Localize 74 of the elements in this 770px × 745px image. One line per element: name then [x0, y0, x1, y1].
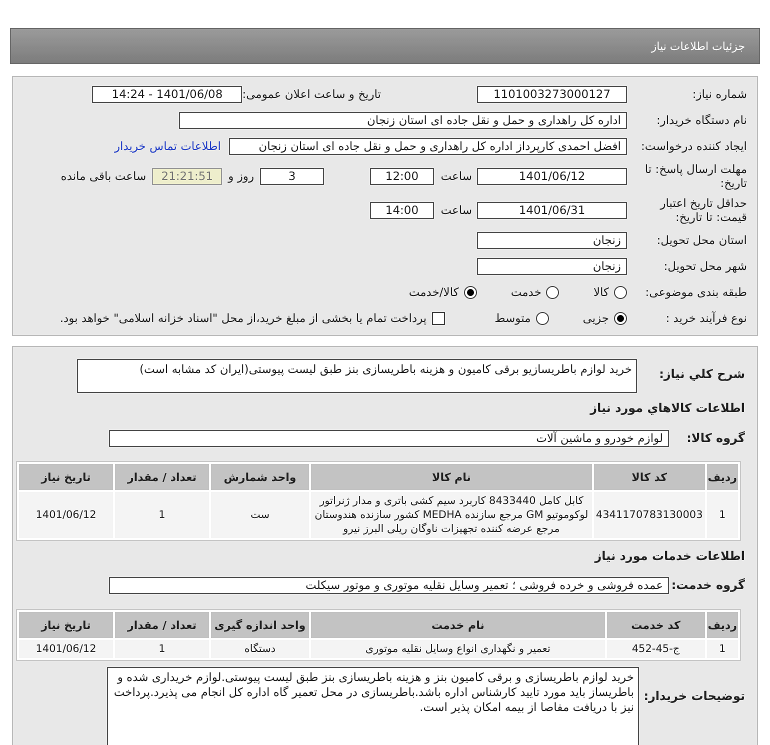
need-number-field: 1101003273000127 [477, 86, 627, 102]
table-cell: ست [211, 492, 309, 538]
table-cell: تعمیر و نگهداری انواع وسایل نقلیه موتوری [311, 640, 605, 658]
field-label: مهلت ارسال پاسخ: تا تاریخ: [644, 162, 748, 190]
column-header: نام خدمت [311, 612, 605, 638]
column-header: کد کالا [594, 464, 705, 490]
radio-button[interactable] [536, 312, 549, 324]
option-label: کالا [593, 285, 609, 299]
table-cell: دستگاه [211, 640, 309, 658]
field-label: استان محل تحویل: [656, 233, 748, 247]
column-header: کد خدمت [606, 612, 705, 638]
table-cell: 1401/06/12 [19, 492, 113, 538]
field-label: توضیحات خریدار: [642, 688, 746, 703]
option-label: متوسط [494, 311, 531, 325]
table-cell: کابل کامل 8433440 کاربرد سیم کشی باتری و مدار ژنراتور لوکوموتیو GM مرجع سازنده MEDHA کشور سازنده هندوستان مرجع عرضه کننده تجهیزات ناوگان ریلی البرز نیرو [311, 492, 592, 538]
service-group-field: عمده فروشی و خرده فروشی ؛ تعمیر وسایل نقلیه موتوری و موتور سیکلت [109, 576, 669, 594]
column-header: تاریخ نیاز [19, 612, 113, 638]
time-field: 12:00 [370, 168, 434, 184]
column-header: واحد شمارش [211, 464, 309, 490]
field-label: ساعت باقی مانده [60, 169, 146, 183]
buyer-notes-box: خرید لوازم باطریسازی و برقی کامیون بنز و هزینه باطریسازی بنز طبق لیست پیوستی.لوازم خریداری شده و باطریساز باید مورد تایید کارشناس اداره باشد.باطریسازی در محل تعمیر گاه اداره کل انجام می پذیرد.پرداخت نیز با دریافت مفاصا از بیمه امکان پذیر است. [107, 667, 639, 745]
field-label: ایجاد کننده درخواست: [640, 139, 748, 153]
column-header: ردیف [706, 464, 738, 490]
time-field: 14:00 [370, 202, 434, 218]
buyer-org-field: اداره کل راهداری و حمل و نقل جاده ای استان زنجان [179, 112, 627, 128]
field-label: گروه کالا: [686, 431, 746, 445]
field-label: شهر محل تحویل: [662, 259, 748, 273]
column-header: ردیف [706, 612, 738, 638]
table-cell: 1 [115, 492, 209, 538]
buyer-contact-link[interactable]: اطلاعات تماس خریدار [114, 139, 221, 153]
column-header: نام کالا [311, 464, 592, 490]
field-label: گروه خدمت: [670, 578, 746, 592]
field-label: شماره نیاز: [691, 87, 748, 101]
column-header: واحد اندازه گیری [211, 612, 309, 638]
announce-date-field: 1401/06/08 - 14:24 [92, 86, 242, 102]
remaining-time-field: 21:21:51 [152, 168, 222, 184]
field-label: حداقل تاریخ اعتبار قیمت: تا تاریخ: [658, 196, 748, 224]
column-header: تاریخ نیاز [19, 464, 113, 490]
radio-button[interactable] [614, 286, 627, 298]
radio-button[interactable] [464, 286, 477, 298]
field-label: نام دستگاه خریدار: [655, 113, 748, 127]
date-field: 1401/06/12 [477, 168, 627, 184]
field-label: تاریخ و ساعت اعلان عمومی: [242, 87, 381, 101]
radio-button[interactable] [614, 312, 627, 324]
column-header: تعداد / مقدار [115, 612, 209, 638]
option-label: کالا/خدمت [408, 285, 459, 299]
goods-group-field: لوازم خودرو و ماشین آلات [109, 430, 669, 446]
field-label: نوع فرآیند خرید : [664, 311, 748, 325]
province-field: زنجان [477, 232, 627, 248]
section-heading: اطلاعات کالاهاي مورد نياز [590, 401, 746, 415]
table-cell: 1 [115, 640, 209, 658]
table-cell: ج-45-452 [606, 640, 705, 658]
requester-field: افضل احمدی کارپرداز اداره کل راهداری و حمل و نقل جاده ای استان زنجان [229, 138, 627, 154]
column-header: تعداد / مقدار [115, 464, 209, 490]
summary-box: خرید لوازم باطریسازیو برقی کامیون و هزینه باطریسازی بنز طبق لیست پیوستی(ایران کد مشابه است) [77, 359, 637, 393]
field-label: ساعت [440, 169, 472, 183]
option-label: جزیی [582, 311, 609, 325]
option-label: خدمت [510, 285, 542, 299]
table-cell: 4341170783130003 [594, 492, 705, 538]
option-label: پرداخت تمام یا بخشی از مبلغ خرید،از محل "اسناد خزانه اسلامی" خواهد بود. [60, 311, 427, 325]
date-field: 1401/06/31 [477, 202, 627, 218]
table-cell: 1 [706, 492, 738, 538]
table-cell: 1 [706, 640, 738, 658]
field-label: طبقه بندی موضوعی: [644, 285, 748, 299]
table-cell: 1401/06/12 [19, 640, 113, 658]
checkbox[interactable] [432, 312, 445, 324]
radio-button[interactable] [546, 286, 560, 298]
field-label: روز و [228, 169, 254, 183]
field-label: ساعت [440, 203, 472, 217]
days-field: 3 [260, 168, 324, 184]
city-field: زنجان [477, 258, 627, 274]
field-label: شرح کلي نياز: [658, 366, 746, 381]
page-title: جزئیات اطلاعات نیاز [651, 40, 745, 52]
section-heading: اطلاعات خدمات مورد نیاز [594, 549, 746, 563]
